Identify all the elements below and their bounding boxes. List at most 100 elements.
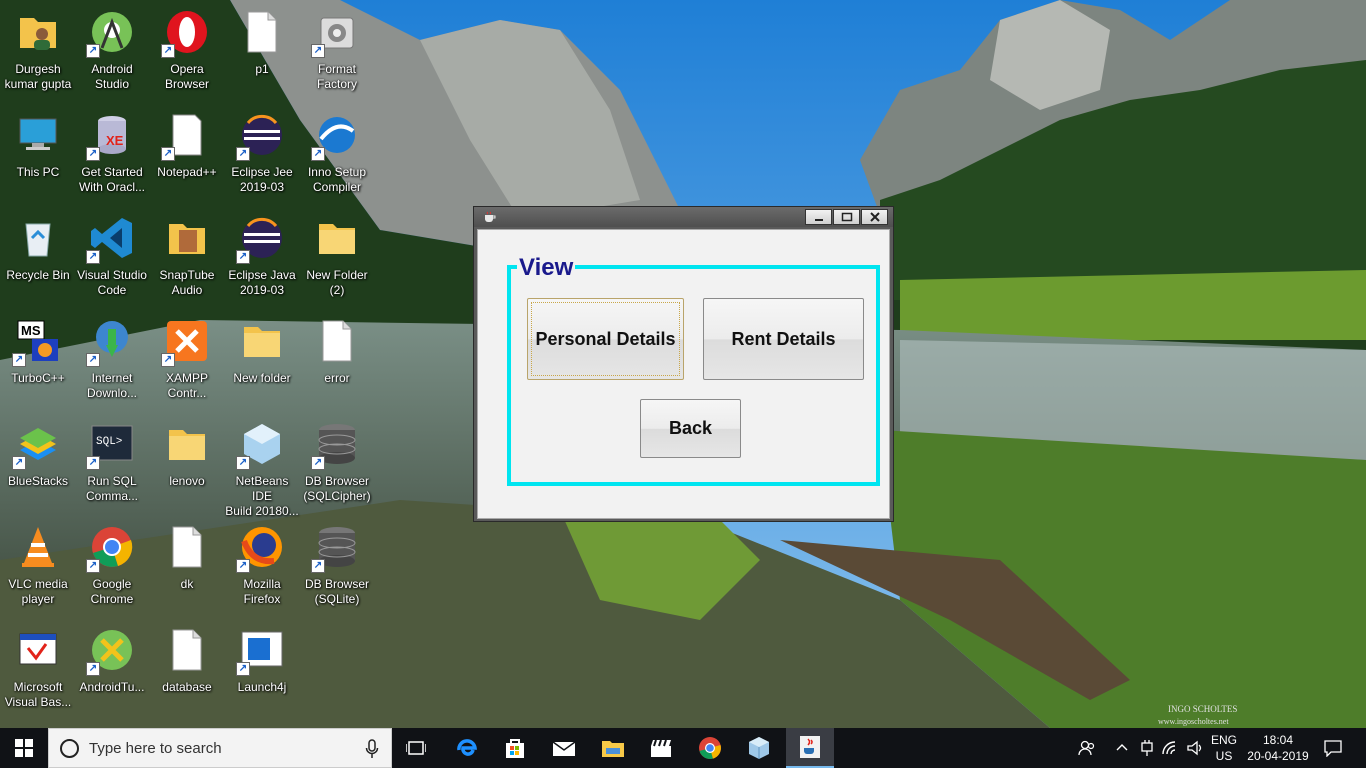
shortcut-arrow-icon: ↗ <box>236 147 250 161</box>
desktop-icon[interactable]: ↗ Launch4j <box>224 618 300 718</box>
desktop-icon[interactable]: SnapTube Audio <box>149 206 225 306</box>
desktop-icon[interactable]: p1 <box>224 0 300 100</box>
desktop-icon[interactable]: This PC <box>0 103 76 203</box>
desktop-icon-label: XAMPP Contr... <box>165 371 208 400</box>
eclipse-icon: ↗ <box>236 214 286 264</box>
desktop-icon[interactable]: database <box>149 618 225 718</box>
desktop-icon[interactable]: ↗ Notepad++ <box>149 103 225 203</box>
rent-details-button[interactable]: Rent Details <box>703 298 864 380</box>
desktop-icon[interactable]: Microsoft Visual Bas... <box>0 618 76 718</box>
shortcut-arrow-icon: ↗ <box>161 353 175 367</box>
language-bottom[interactable]: US <box>1208 749 1240 763</box>
shortcut-arrow-icon: ↗ <box>161 44 175 58</box>
taskbar-store[interactable] <box>491 728 539 768</box>
desktop-icon-label: Android Studio <box>91 62 133 91</box>
search-box[interactable]: Type here to search <box>48 728 392 768</box>
desktop-icon-label: SnapTube Audio <box>159 268 215 297</box>
desktop-icon[interactable]: ↗ Opera Browser <box>149 0 225 100</box>
desktop-icon[interactable]: error <box>299 309 375 409</box>
back-button[interactable]: Back <box>640 399 741 458</box>
desktop-icon[interactable]: Durgesh kumar gupta <box>0 0 76 100</box>
taskbar-file-explorer[interactable] <box>589 728 637 768</box>
desktop-icon[interactable]: ↗ DB Browser (SQLCipher) <box>299 412 375 512</box>
desktop-icon-label: Get Started With Oracl... <box>78 165 145 194</box>
power-plug-icon[interactable] <box>1138 739 1156 757</box>
desktop-icon[interactable]: ↗ XAMPP Contr... <box>149 309 225 409</box>
desktop-icon[interactable]: ↗ Internet Downlo... <box>74 309 150 409</box>
focus-rect <box>531 302 680 376</box>
taskbar-netbeans[interactable] <box>735 728 783 768</box>
maximize-button[interactable] <box>833 209 860 225</box>
taskbar-mail[interactable] <box>540 728 588 768</box>
desktop-icon[interactable]: ↗ BlueStacks <box>0 412 76 512</box>
desktop-icon-label: Opera Browser <box>164 62 209 91</box>
desktop-icon[interactable]: New Folder (2) <box>299 206 375 306</box>
desktop-icon[interactable]: ↗ Eclipse Jee 2019-03 <box>224 103 300 203</box>
taskbar-movies[interactable] <box>637 728 685 768</box>
window-titlebar[interactable] <box>474 207 893 227</box>
svg-text:www.ingoscholtes.net: www.ingoscholtes.net <box>1158 717 1229 726</box>
volume-icon[interactable] <box>1186 739 1204 757</box>
desktop-icon[interactable]: MS ↗ TurboC++ <box>0 309 76 409</box>
desktop-icon-label: lenovo <box>169 474 205 488</box>
file-icon <box>163 523 211 571</box>
close-button[interactable] <box>861 209 888 225</box>
desktop-icon[interactable]: lenovo <box>149 412 225 512</box>
file-explorer-icon <box>602 741 624 757</box>
desktop-icon[interactable]: VLC media player <box>0 515 76 615</box>
start-button[interactable] <box>0 728 48 768</box>
wifi-icon[interactable] <box>1161 739 1179 757</box>
desktop-icon-label: Notepad++ <box>157 165 217 179</box>
window-content: View Personal Details Rent Details Back <box>477 229 890 519</box>
oracle-db-icon: XE ↗ <box>86 111 136 161</box>
shortcut-arrow-icon: ↗ <box>86 662 100 676</box>
shortcut-arrow-icon: ↗ <box>86 44 100 58</box>
format-factory-icon: ↗ <box>311 8 361 58</box>
desktop-icon[interactable]: dk <box>149 515 225 615</box>
idm-icon: ↗ <box>86 317 136 367</box>
chevron-up-icon[interactable] <box>1116 742 1128 752</box>
java-icon <box>800 736 820 758</box>
desktop-icon[interactable]: ↗ Format Factory <box>299 0 375 100</box>
action-center-icon[interactable] <box>1324 739 1342 757</box>
desktop-icon[interactable]: ↗ Mozilla Firefox <box>224 515 300 615</box>
shortcut-arrow-icon: ↗ <box>236 250 250 264</box>
microphone-icon[interactable] <box>365 739 379 759</box>
svg-text:XE: XE <box>106 133 124 148</box>
android-studio-icon: ↗ <box>86 8 136 58</box>
clock-date[interactable]: 20-04-2019 <box>1244 749 1312 763</box>
taskbar-chrome[interactable] <box>686 728 734 768</box>
shortcut-arrow-icon: ↗ <box>86 250 100 264</box>
desktop-icon[interactable]: New folder <box>224 309 300 409</box>
minimize-button[interactable] <box>805 209 832 225</box>
taskbar-java-app[interactable] <box>786 728 834 768</box>
personal-details-button[interactable]: Personal Details <box>527 298 684 380</box>
desktop-icon-label: New folder <box>233 371 291 385</box>
desktop-icon-label: NetBeans IDE Build 20180... <box>225 474 299 518</box>
desktop-icon[interactable]: ↗ Eclipse Java 2019-03 <box>224 206 300 306</box>
clock-time[interactable]: 18:04 <box>1244 733 1312 747</box>
desktop-icon[interactable]: SQL> ↗ Run SQL Comma... <box>74 412 150 512</box>
bluestacks-icon: ↗ <box>12 420 62 470</box>
taskbar-edge[interactable] <box>443 728 491 768</box>
desktop-icon[interactable]: ↗ NetBeans IDE Build 20180... <box>224 412 300 518</box>
db-browser-icon: ↗ <box>311 420 361 470</box>
svg-text:INGO SCHOLTES: INGO SCHOLTES <box>1168 704 1237 714</box>
desktop-icon[interactable]: ↗ DB Browser (SQLite) <box>299 515 375 615</box>
desktop-icon[interactable]: XE ↗ Get Started With Oracl... <box>74 103 150 203</box>
people-icon[interactable] <box>1078 739 1096 757</box>
language-top[interactable]: ENG <box>1208 733 1240 747</box>
snaptube-folder-icon <box>163 214 211 262</box>
desktop-icon[interactable]: ↗ Android Studio <box>74 0 150 100</box>
desktop-icon[interactable]: ↗ Google Chrome <box>74 515 150 615</box>
firefox-icon: ↗ <box>236 523 286 573</box>
clapperboard-icon <box>651 739 671 757</box>
desktop-icon[interactable]: ↗ Inno Setup Compiler <box>299 103 375 203</box>
desktop-icon[interactable]: Recycle Bin <box>0 206 76 306</box>
folder-icon <box>313 214 361 262</box>
desktop-icon[interactable]: ↗ Visual Studio Code <box>74 206 150 306</box>
minimize-icon <box>814 219 823 221</box>
desktop-icon[interactable]: ↗ AndroidTu... <box>74 618 150 718</box>
desktop-icon-label: Recycle Bin <box>6 268 70 282</box>
task-view-button[interactable] <box>392 728 440 768</box>
